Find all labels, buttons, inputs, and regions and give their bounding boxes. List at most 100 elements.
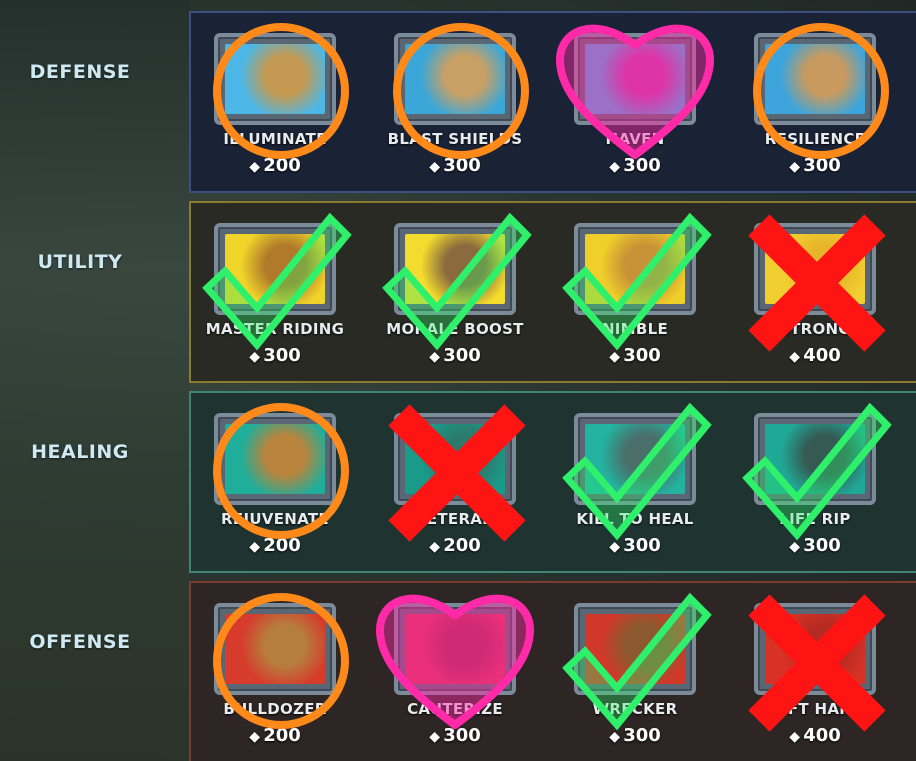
talent-card[interactable]: KILL TO HEAL ◆ 300: [560, 393, 710, 563]
talent-cost-value: 300: [623, 725, 661, 746]
talent-card[interactable]: NIMBLE ◆ 300: [560, 203, 710, 373]
talent-cost-value: 300: [443, 345, 481, 366]
talent-card[interactable]: LIFE RIP ◆ 300: [740, 393, 890, 563]
crystal-gem-icon: ◆: [249, 159, 260, 175]
talent-icon-frame[interactable]: [394, 33, 516, 125]
crystal-gem-icon: ◆: [249, 349, 260, 365]
talent-card[interactable]: WRECKER ◆ 300: [560, 583, 710, 753]
talent-cost-value: 200: [263, 155, 301, 176]
talent-card[interactable]: CAUTERIZE ◆ 300: [380, 583, 530, 753]
crystal-gem-icon: ◆: [789, 729, 800, 745]
talent-icon-frame[interactable]: [214, 603, 336, 695]
talent-name: LIFE RIP: [779, 510, 851, 528]
talent-cost: ◆ 300: [560, 725, 710, 746]
crystal-gem-icon: ◆: [789, 159, 800, 175]
talent-icon-frame[interactable]: [754, 413, 876, 505]
crystal-gem-icon: ◆: [249, 539, 260, 555]
talent-art-image: [585, 614, 685, 684]
talent-art-image: [405, 424, 505, 494]
talent-cost: ◆ 300: [380, 725, 530, 746]
talent-cost: ◆ 200: [380, 535, 530, 556]
talent-cost-value: 400: [803, 345, 841, 366]
talent-card[interactable]: MORALE BOOST ◆ 300: [380, 203, 530, 373]
talent-art-image: [405, 614, 505, 684]
talent-art-image: [765, 424, 865, 494]
talent-cost: ◆ 200: [200, 155, 350, 176]
talent-name: SWIFT HANDS: [754, 700, 876, 718]
talent-icon-frame[interactable]: [574, 223, 696, 315]
talent-cost-value: 200: [263, 535, 301, 556]
talent-name: HAVEN: [605, 130, 665, 148]
talent-name: MORALE BOOST: [386, 320, 524, 338]
talent-cost-value: 300: [623, 535, 661, 556]
talent-card[interactable]: SWIFT HANDS ◆ 400: [740, 583, 890, 753]
talent-cost: ◆ 300: [740, 535, 890, 556]
talent-art-image: [225, 234, 325, 304]
talent-icon-frame[interactable]: [754, 33, 876, 125]
talent-cost-value: 400: [803, 725, 841, 746]
category-label-utility: UTILITY: [37, 251, 123, 273]
category-label-offense: OFFENSE: [29, 631, 131, 653]
talent-name: ILLUMINATE: [223, 130, 327, 148]
crystal-gem-icon: ◆: [249, 729, 260, 745]
crystal-gem-icon: ◆: [609, 159, 620, 175]
talent-cost: ◆ 300: [740, 155, 890, 176]
talent-name: BLAST SHIELDS: [387, 130, 523, 148]
talent-art-image: [405, 234, 505, 304]
talent-cost: ◆ 200: [200, 725, 350, 746]
talent-icon-frame[interactable]: [754, 603, 876, 695]
talent-cost-value: 300: [443, 155, 481, 176]
talent-cost: ◆ 400: [740, 725, 890, 746]
talent-cost-value: 300: [803, 535, 841, 556]
talent-cost: ◆ 300: [560, 535, 710, 556]
talent-icon-frame[interactable]: [754, 223, 876, 315]
talent-icon-frame[interactable]: [574, 603, 696, 695]
talent-name: NIMBLE: [601, 320, 669, 338]
talent-icon-frame[interactable]: [214, 33, 336, 125]
talent-card[interactable]: VETERAN ◆ 200: [380, 393, 530, 563]
talent-card[interactable]: MASTER RIDING ◆ 300: [200, 203, 350, 373]
talent-cost-value: 300: [623, 155, 661, 176]
category-label-defense: DEFENSE: [29, 61, 131, 83]
talent-cost: ◆ 300: [560, 155, 710, 176]
talent-cost-value: 300: [803, 155, 841, 176]
talent-cost: ◆ 300: [200, 345, 350, 366]
talent-art-image: [225, 44, 325, 114]
crystal-gem-icon: ◆: [429, 349, 440, 365]
crystal-gem-icon: ◆: [609, 349, 620, 365]
talent-card[interactable]: HAVEN ◆ 300: [560, 13, 710, 183]
talent-name: VETERAN: [414, 510, 496, 528]
talent-icon-frame[interactable]: [574, 33, 696, 125]
talent-icon-frame[interactable]: [214, 413, 336, 505]
talent-cost-value: 200: [263, 725, 301, 746]
talent-cost-value: 300: [623, 345, 661, 366]
talent-cost: ◆ 300: [380, 345, 530, 366]
talent-card[interactable]: BLAST SHIELDS ◆ 300: [380, 13, 530, 183]
talent-cost: ◆ 400: [740, 345, 890, 366]
talent-icon-frame[interactable]: [394, 223, 516, 315]
talent-name: MASTER RIDING: [205, 320, 345, 338]
talent-icon-frame[interactable]: [394, 603, 516, 695]
talent-card[interactable]: BULLDOZER ◆ 200: [200, 583, 350, 753]
talent-cost: ◆ 300: [380, 155, 530, 176]
talent-cost: ◆ 200: [200, 535, 350, 556]
talent-name: WRECKER: [592, 700, 678, 718]
talent-icon-frame[interactable]: [574, 413, 696, 505]
talent-name: STRONG: [778, 320, 851, 338]
talent-art-image: [405, 44, 505, 114]
crystal-gem-icon: ◆: [789, 349, 800, 365]
talent-name: RESILIENCE: [764, 130, 866, 148]
talent-card[interactable]: REJUVENATE ◆ 200: [200, 393, 350, 563]
talent-card[interactable]: STRONG ◆ 400: [740, 203, 890, 373]
talent-name: REJUVENATE: [221, 510, 329, 528]
talent-card[interactable]: ILLUMINATE ◆ 200: [200, 13, 350, 183]
talent-icon-frame[interactable]: [214, 223, 336, 315]
talent-icon-frame[interactable]: [394, 413, 516, 505]
talent-art-image: [765, 614, 865, 684]
category-label-healing: HEALING: [31, 441, 129, 463]
crystal-gem-icon: ◆: [609, 539, 620, 555]
talent-art-image: [765, 234, 865, 304]
talent-card[interactable]: RESILIENCE ◆ 300: [740, 13, 890, 183]
talent-name: CAUTERIZE: [407, 700, 503, 718]
talent-art-image: [225, 424, 325, 494]
